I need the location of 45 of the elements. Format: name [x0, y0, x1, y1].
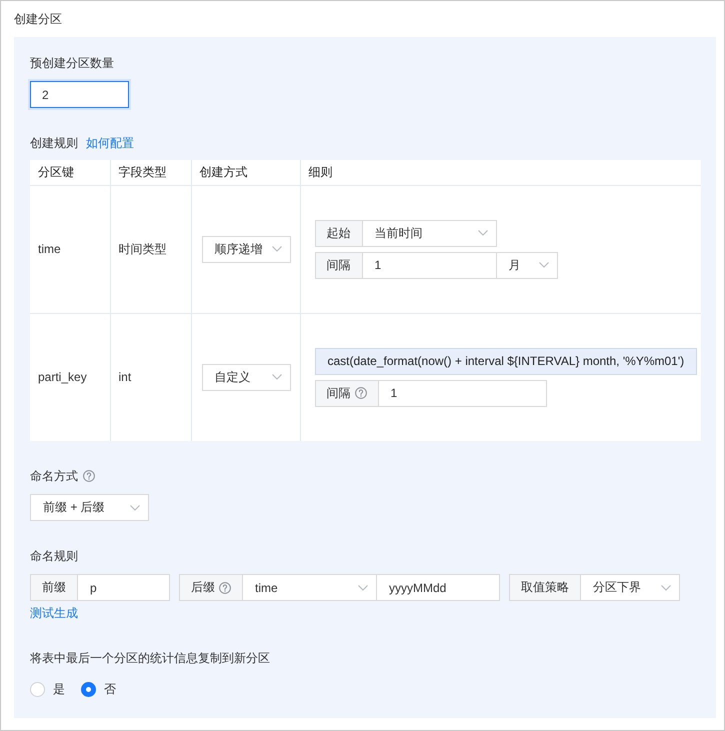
- radio-label[interactable]: 否: [104, 680, 116, 698]
- table-cell: int: [110, 313, 191, 441]
- chevron-down-icon: [130, 504, 140, 510]
- field-label: 预创建分区数量: [30, 55, 114, 72]
- number-input[interactable]: 2: [30, 81, 129, 108]
- input-field[interactable]: p: [77, 574, 170, 601]
- field-label: 将表中最后一个分区的统计信息复制到新分区: [30, 650, 270, 667]
- field-label: 命名方式: [30, 468, 78, 485]
- field-label: 创建规则: [30, 135, 78, 152]
- expression-field: cast(date_format(now() + interval ${INTERVAL} month, '%Y%m01'): [314, 348, 698, 375]
- dropdown[interactable]: 顺序递增: [202, 236, 290, 262]
- chevron-down-icon: [272, 374, 282, 380]
- table-cell: 时间类型: [110, 185, 191, 313]
- table-cell: parti_key: [30, 313, 110, 441]
- addon-label: 后缀: [179, 574, 243, 601]
- chevron-down-icon: [538, 262, 548, 268]
- chevron-down-icon: [478, 230, 488, 236]
- dropdown[interactable]: 前缀 + 后缀: [30, 494, 149, 521]
- test-generate-link[interactable]: 测试生成: [30, 604, 78, 622]
- table-cell: time: [30, 185, 110, 313]
- dropdown[interactable]: time: [242, 574, 377, 601]
- input-field[interactable]: 1: [362, 252, 496, 278]
- addon-label: 起始: [314, 220, 362, 246]
- column-header: 创建方式: [191, 160, 300, 185]
- chevron-down-icon: [661, 584, 671, 590]
- column-header: 细则: [300, 160, 701, 185]
- chevron-down-icon: [358, 584, 368, 590]
- addon-label: 间隔: [314, 380, 378, 407]
- addon-label: 取值策略: [509, 574, 581, 601]
- input-field[interactable]: yyyyMMdd: [376, 574, 500, 601]
- chevron-down-icon: [272, 246, 282, 252]
- addon-label: 前缀: [30, 574, 78, 601]
- help-link[interactable]: 如何配置: [86, 134, 134, 152]
- dropdown[interactable]: 自定义: [202, 364, 290, 391]
- radio-button[interactable]: [81, 682, 96, 696]
- addon-label: 间隔: [314, 252, 362, 278]
- dropdown[interactable]: 分区下界: [580, 574, 680, 601]
- section-title: 创建分区: [14, 11, 62, 28]
- radio-label[interactable]: 是: [53, 680, 65, 698]
- dropdown[interactable]: 当前时间: [362, 220, 496, 246]
- column-header: 分区键: [30, 160, 110, 185]
- column-header: 字段类型: [110, 160, 191, 185]
- input-field[interactable]: 1: [378, 380, 546, 407]
- dropdown[interactable]: 月: [496, 252, 558, 278]
- field-label: 命名规则: [30, 548, 78, 565]
